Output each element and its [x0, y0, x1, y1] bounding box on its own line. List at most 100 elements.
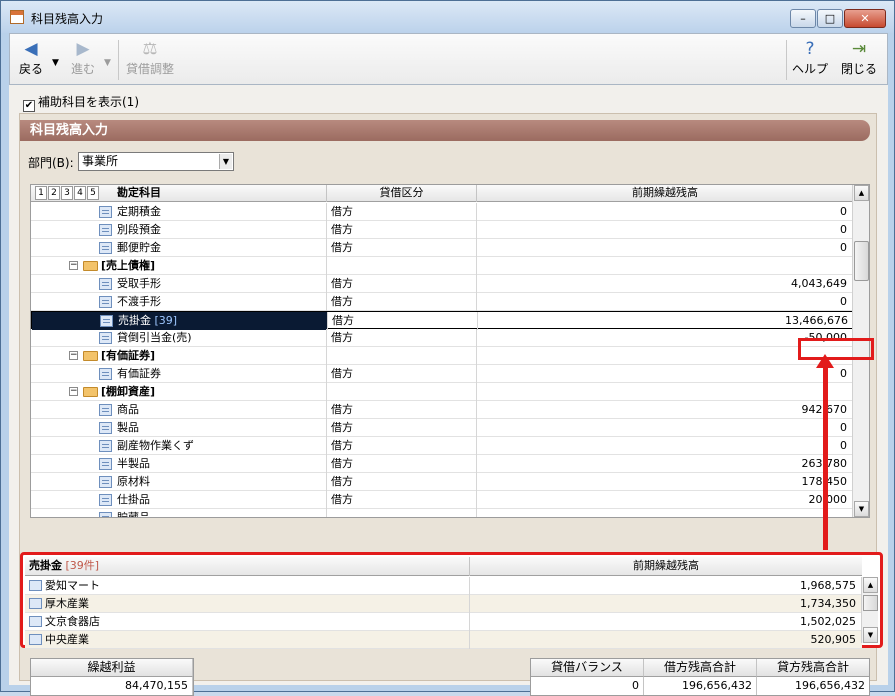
account-row[interactable]: 別段預金 借方 0 — [31, 221, 853, 239]
sub-scroll-up-icon[interactable]: ▲ — [863, 577, 878, 593]
sub-grid-scrollbar[interactable]: ▲ ▼ — [861, 577, 878, 643]
side-cell[interactable]: 借方 — [327, 365, 477, 383]
account-cell[interactable]: 郵便貯金 — [31, 239, 327, 257]
account-cell[interactable]: 原材料 — [31, 473, 327, 491]
col-balance[interactable]: 前期繰越残高 — [477, 185, 853, 202]
col-account[interactable]: 勘定科目 — [103, 185, 327, 202]
account-cell[interactable]: 副産物作業くず — [31, 437, 327, 455]
account-row[interactable]: 定期積金 借方 0 — [31, 203, 853, 221]
side-cell[interactable] — [327, 383, 477, 401]
sub-scroll-down-icon[interactable]: ▼ — [863, 627, 878, 643]
account-row[interactable]: 貸倒引当金(売) 借方 -50,000 — [31, 329, 853, 347]
col-side[interactable]: 貸借区分 — [327, 185, 477, 202]
title-bar[interactable]: 科目残高入力 – □ ✕ — [1, 1, 894, 33]
sub-account-row[interactable]: 中央産業 520,905 — [25, 631, 862, 649]
account-row[interactable]: 副産物作業くず 借方 0 — [31, 437, 853, 455]
side-cell[interactable]: 借方 — [327, 491, 477, 509]
back-button[interactable]: ◀ 戻る — [16, 38, 46, 77]
account-cell[interactable]: 受取手形 — [31, 275, 327, 293]
department-select[interactable]: 事業所 ▼ — [78, 152, 234, 171]
account-row[interactable]: 貯蔵品 — [31, 509, 853, 517]
account-cell[interactable]: 貯蔵品 — [31, 509, 327, 517]
account-cell[interactable]: − [棚卸資産] — [31, 383, 327, 401]
side-cell[interactable]: 借方 — [327, 239, 477, 257]
sub-name-cell[interactable]: 愛知マート — [25, 577, 470, 595]
balance-cell[interactable]: 20,000 — [477, 491, 853, 509]
balance-cell[interactable]: 942,670 — [477, 401, 853, 419]
adjust-button[interactable]: ⚖ 貸借調整 — [124, 38, 176, 77]
side-cell[interactable]: 借方 — [327, 221, 477, 239]
account-cell[interactable]: 有価証券 — [31, 365, 327, 383]
balance-cell[interactable]: 13,466,676 — [478, 312, 854, 330]
side-cell[interactable]: 借方 — [327, 455, 477, 473]
sub-balance-cell[interactable]: 1,502,025 — [470, 613, 862, 631]
side-cell[interactable]: 借方 — [327, 437, 477, 455]
sub-account-row[interactable]: 文京食器店 1,502,025 — [25, 613, 862, 631]
side-cell[interactable]: 借方 — [327, 473, 477, 491]
minimize-button[interactable]: – — [790, 9, 816, 28]
account-cell[interactable]: 製品 — [31, 419, 327, 437]
balance-cell[interactable]: -50,000 — [477, 329, 853, 347]
account-cell[interactable]: 不渡手形 — [31, 293, 327, 311]
scroll-thumb[interactable] — [854, 241, 869, 281]
balance-cell[interactable] — [477, 347, 853, 365]
sub-name-cell[interactable]: 厚木産業 — [25, 595, 470, 613]
sub-balance-cell[interactable]: 520,905 — [470, 631, 862, 649]
account-row[interactable]: 受取手形 借方 4,043,649 — [31, 275, 853, 293]
forward-button[interactable]: ▶ 進む — [68, 38, 98, 77]
account-row[interactable]: 商品 借方942,670 — [31, 401, 853, 419]
account-cell[interactable]: 別段預金 — [31, 221, 327, 239]
account-cell[interactable]: 半製品 — [31, 455, 327, 473]
side-cell[interactable]: 借方 — [327, 401, 477, 419]
account-row[interactable]: 製品 借方 0 — [31, 419, 853, 437]
account-cell[interactable]: 定期積金 — [31, 203, 327, 221]
level-4-button[interactable]: 4 — [74, 186, 86, 200]
maximize-button[interactable]: □ — [817, 9, 843, 28]
balance-cell[interactable]: 0 — [477, 437, 853, 455]
chevron-down-icon[interactable]: ▼ — [219, 154, 232, 169]
account-group-row[interactable]: − [有価証券] — [31, 347, 853, 365]
account-cell[interactable]: 商品 — [31, 401, 327, 419]
side-cell[interactable] — [327, 257, 477, 275]
account-cell[interactable]: − [有価証券] — [31, 347, 327, 365]
sub-col-balance[interactable]: 前期繰越残高 — [470, 557, 862, 576]
balance-cell[interactable]: 0 — [477, 365, 853, 383]
balance-cell[interactable]: 178,450 — [477, 473, 853, 491]
scroll-down-icon[interactable]: ▼ — [854, 501, 869, 517]
side-cell[interactable]: 借方 — [327, 293, 477, 311]
balance-cell[interactable]: 0 — [477, 293, 853, 311]
balance-cell[interactable] — [477, 257, 853, 275]
show-sub-accounts-checkbox[interactable]: ✔ 補助科目を表示(1) — [23, 93, 139, 112]
back-dropdown-icon[interactable]: ▼ — [52, 58, 59, 68]
level-2-button[interactable]: 2 — [48, 186, 60, 200]
account-cell[interactable]: 売掛金 [39] — [32, 312, 328, 330]
balance-cell[interactable]: 0 — [477, 203, 853, 221]
side-cell[interactable]: 借方 — [327, 419, 477, 437]
balance-cell[interactable]: 0 — [477, 221, 853, 239]
sub-balance-cell[interactable]: 1,734,350 — [470, 595, 862, 613]
checkbox-check-icon[interactable]: ✔ — [23, 100, 35, 112]
sub-balance-cell[interactable]: 1,968,575 — [470, 577, 862, 595]
sub-account-row[interactable]: 愛知マート 1,968,575 — [25, 577, 862, 595]
account-group-row[interactable]: − [売上債権] — [31, 257, 853, 275]
side-cell[interactable]: 借方 — [327, 329, 477, 347]
account-row[interactable]: 郵便貯金 借方 0 — [31, 239, 853, 257]
account-row[interactable]: 半製品 借方263,780 — [31, 455, 853, 473]
account-cell[interactable]: 仕掛品 — [31, 491, 327, 509]
balance-cell[interactable]: 4,043,649 — [477, 275, 853, 293]
account-cell[interactable]: − [売上債権] — [31, 257, 327, 275]
balance-cell[interactable] — [477, 383, 853, 401]
close-window-button[interactable]: ✕ — [844, 9, 886, 28]
account-row[interactable]: 不渡手形 借方 0 — [31, 293, 853, 311]
account-cell[interactable]: 貸倒引当金(売) — [31, 329, 327, 347]
sub-name-cell[interactable]: 文京食器店 — [25, 613, 470, 631]
level-3-button[interactable]: 3 — [61, 186, 73, 200]
balance-cell[interactable] — [477, 509, 853, 517]
side-cell[interactable]: 借方 — [328, 312, 478, 330]
account-row[interactable]: 有価証券 借方 0 — [31, 365, 853, 383]
sub-name-cell[interactable]: 中央産業 — [25, 631, 470, 649]
collapse-icon[interactable]: − — [69, 387, 78, 396]
side-cell[interactable]: 借方 — [327, 203, 477, 221]
help-button[interactable]: ? ヘルプ — [790, 38, 830, 77]
side-cell[interactable] — [327, 509, 477, 517]
